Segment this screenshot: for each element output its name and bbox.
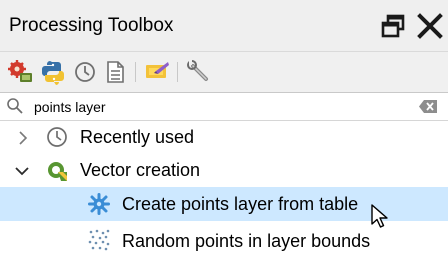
random-points-icon <box>88 229 110 251</box>
python-scripts-button[interactable] <box>40 59 66 85</box>
create-points-icon <box>88 193 110 215</box>
tree-group-recently-used[interactable]: Recently used <box>0 121 448 154</box>
panel-title: Processing Toolbox <box>9 15 174 36</box>
python-scripts-icon <box>42 61 64 85</box>
toolbar-separator <box>135 62 136 82</box>
options-wrench-icon <box>187 60 208 81</box>
options-button[interactable] <box>186 59 212 85</box>
search-input[interactable] <box>34 96 404 117</box>
history-icon <box>75 62 95 82</box>
close-icon <box>417 13 443 39</box>
panel-title-bar: Processing Toolbox <box>0 0 448 52</box>
mouse-pointer-icon <box>371 204 388 228</box>
qgis-logo-icon <box>48 162 67 181</box>
chevron-down-icon[interactable] <box>15 164 29 178</box>
toolbox-toolbar <box>0 52 448 92</box>
undock-icon <box>381 14 405 38</box>
search-icon <box>7 98 23 114</box>
algorithm-item-label: Random points in layer bounds <box>122 231 371 251</box>
tree-group-label: Recently used <box>80 127 195 147</box>
history-icon <box>47 127 67 147</box>
clear-search-button[interactable] <box>418 99 438 114</box>
results-viewer-button[interactable] <box>102 59 128 85</box>
algorithm-tree: Recently used Vector creation Create poi… <box>0 121 448 252</box>
clear-icon <box>419 100 437 113</box>
toolbar-separator <box>177 62 178 82</box>
close-button[interactable] <box>416 11 444 41</box>
chevron-right-icon[interactable] <box>16 131 30 145</box>
results-viewer-icon <box>107 61 124 83</box>
tree-group-label: Vector creation <box>80 160 201 180</box>
models-icon <box>8 60 32 82</box>
edit-features-in-place-button[interactable] <box>144 59 170 85</box>
history-button[interactable] <box>72 59 98 85</box>
search-bar <box>0 92 448 121</box>
undock-button[interactable] <box>380 13 406 39</box>
models-button[interactable] <box>8 59 34 85</box>
algorithm-item-label: Create points layer from table <box>122 194 359 214</box>
tree-group-vector-creation[interactable]: Vector creation <box>0 154 448 187</box>
edit-features-in-place-icon <box>146 62 169 78</box>
